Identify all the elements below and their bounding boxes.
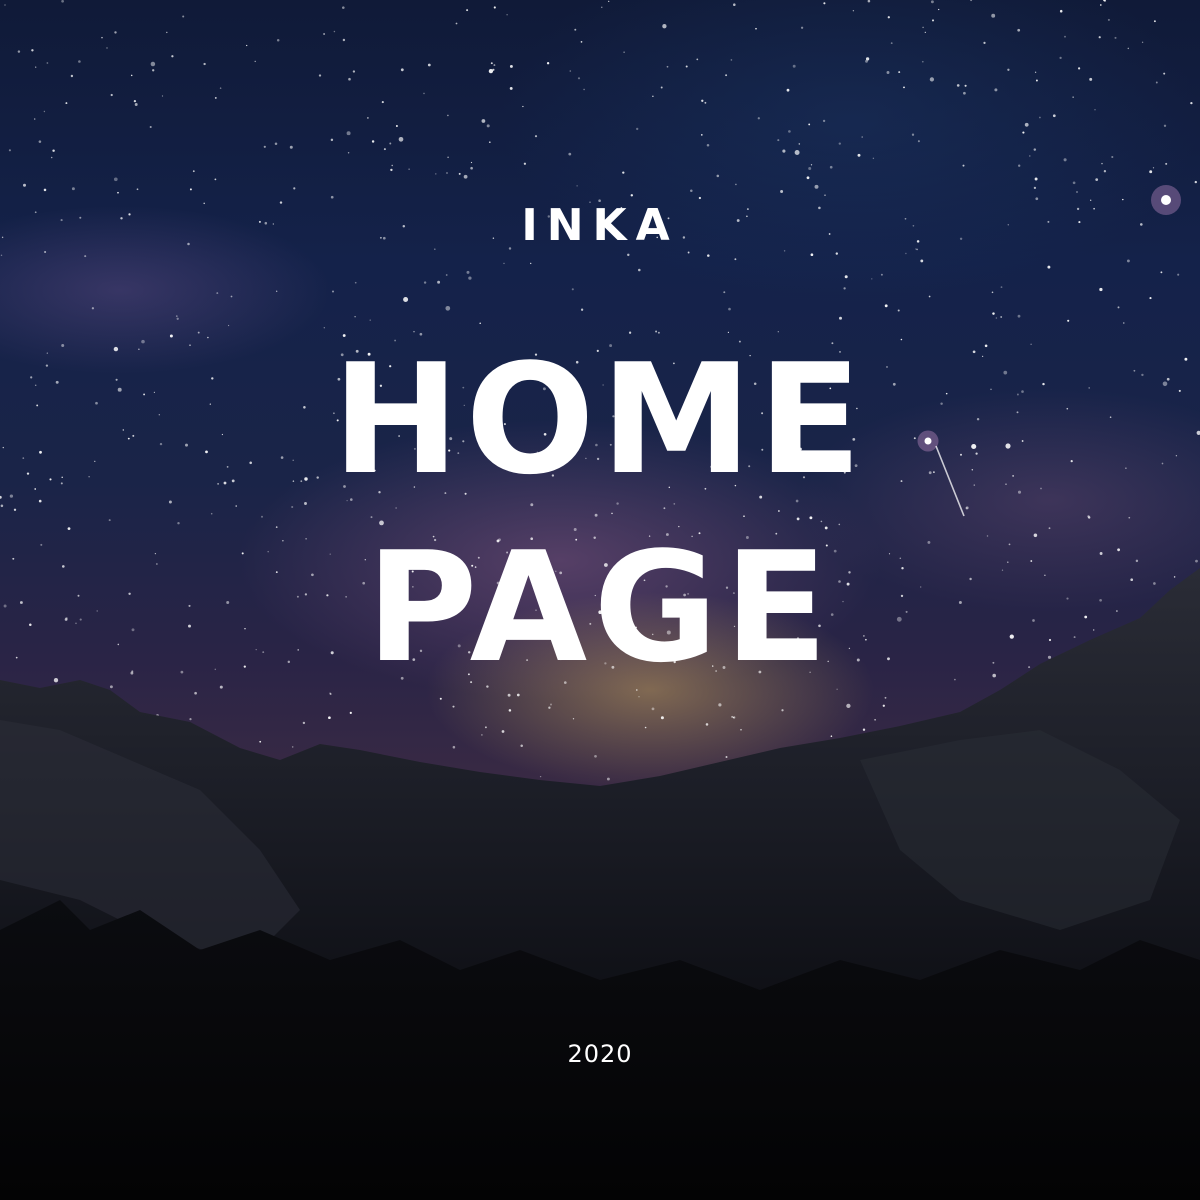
cover-canvas: INKA HOME PAGE 2020 — [0, 0, 1200, 1200]
brand-name: INKA — [521, 200, 679, 251]
headline-line-2: PAGE — [366, 519, 834, 696]
cover-title-block: INKA HOME PAGE 2020 — [0, 0, 1200, 1200]
year-label: 2020 — [567, 1040, 633, 1068]
headline-line-1: HOME — [332, 331, 868, 508]
